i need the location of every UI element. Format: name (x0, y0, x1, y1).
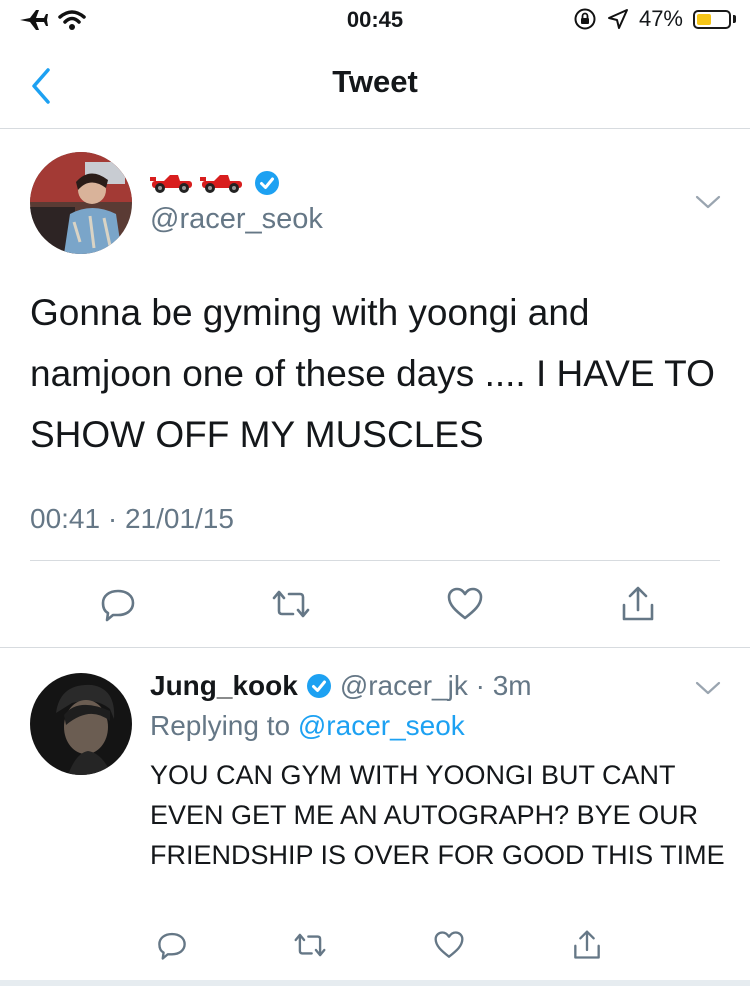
main-tweet-handle[interactable]: @racer_seok (150, 203, 323, 236)
retweet-button[interactable] (271, 584, 311, 624)
display-name-row (150, 170, 280, 196)
reply-tweet-text: YOU CAN GYM WITH YOONGI BUT CANT EVEN GE… (150, 760, 725, 870)
battery-cap (733, 15, 736, 23)
share-icon (574, 930, 600, 959)
reply-avatar-image (30, 673, 132, 775)
tweet-divider (0, 647, 750, 648)
reply-handle-time[interactable]: @racer_jk · 3m (340, 670, 532, 702)
avatar-image (30, 152, 132, 254)
page-title: Tweet (332, 64, 418, 99)
reply-button[interactable] (152, 925, 192, 965)
reply-display-name[interactable]: Jung_kook (150, 670, 298, 702)
heart-icon (434, 931, 464, 958)
like-button[interactable] (445, 584, 485, 624)
reply-button[interactable] (98, 584, 138, 624)
tweet-menu-button[interactable] (694, 192, 722, 212)
battery-icon (693, 9, 731, 29)
chevron-down-icon (695, 681, 721, 695)
chevron-down-icon (695, 195, 721, 209)
retweet-icon (273, 590, 310, 618)
heart-icon (447, 587, 482, 620)
reply-icon (158, 932, 186, 960)
status-right: 47% (573, 6, 736, 32)
reply-menu-button[interactable] (694, 678, 722, 698)
reply-header-row: Jung_kook @racer_jk · 3m (150, 670, 532, 702)
main-tweet-timestamp: 00:41 · 21/01/15 (30, 503, 234, 534)
bottom-divider (0, 980, 750, 986)
replying-to-handle-link[interactable]: @racer_seok (298, 710, 465, 741)
reply-icon (101, 589, 135, 622)
verified-badge-icon (255, 171, 279, 195)
like-button[interactable] (429, 925, 469, 965)
reply-tweet-actions (152, 925, 607, 965)
racecar-icon (200, 175, 242, 193)
header-divider (0, 128, 750, 129)
share-icon (622, 586, 654, 621)
avatar[interactable] (30, 152, 132, 254)
verified-badge-icon (306, 674, 331, 698)
rotation-lock-icon (574, 8, 596, 30)
reply-avatar[interactable] (30, 673, 132, 775)
timestamp-divider (30, 560, 720, 561)
main-tweet-actions (98, 584, 658, 624)
share-button[interactable] (618, 584, 658, 624)
retweet-icon (294, 933, 326, 957)
racecar-emoji-icon (150, 172, 246, 194)
retweet-button[interactable] (290, 925, 330, 965)
battery-level-fill (697, 13, 712, 25)
battery-percent: 47% (638, 6, 683, 31)
racecar-icon (150, 175, 192, 193)
share-button[interactable] (567, 925, 607, 965)
replying-to-label: Replying to (150, 710, 298, 741)
main-tweet-text: Gonna be gyming with yoongi and namjoon … (30, 292, 715, 455)
replying-to-line: Replying to @racer_seok (150, 710, 465, 742)
location-arrow-icon (607, 9, 628, 29)
